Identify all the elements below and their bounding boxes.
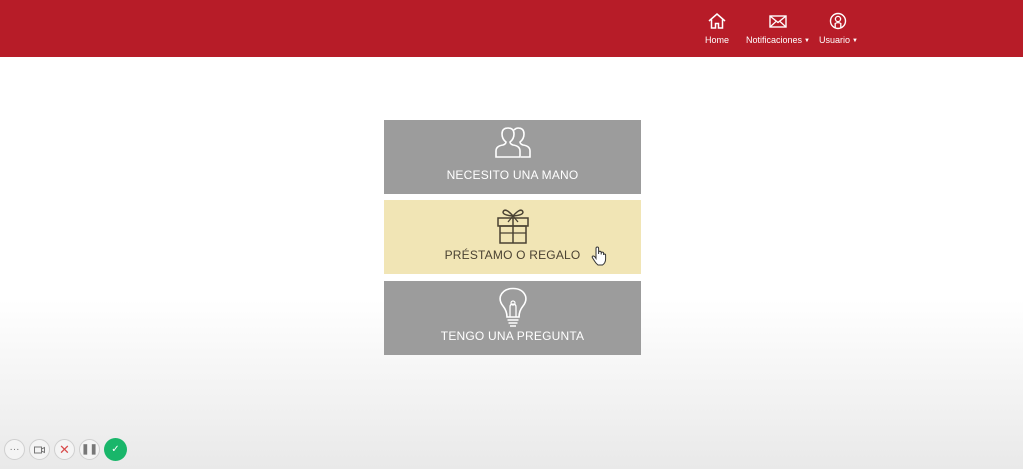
- card-question[interactable]: TENGO UNA PREGUNTA: [384, 281, 641, 355]
- home-icon: [708, 13, 726, 29]
- nav-notifications-label: Notificaciones: [746, 35, 803, 45]
- recorder-toolbar: ··· ✕ ❚❚ ✓: [4, 438, 127, 461]
- nav-home[interactable]: Home: [705, 12, 729, 54]
- gift-icon: [496, 209, 529, 244]
- check-icon[interactable]: ✓: [104, 438, 127, 461]
- nav-notifications[interactable]: Notificaciones ▼: [746, 12, 810, 54]
- chevron-down-icon: ▼: [852, 38, 858, 44]
- card-title: PRÉSTAMO O REGALO: [444, 248, 581, 262]
- pause-icon[interactable]: ❚❚: [79, 439, 100, 460]
- nav-user[interactable]: Usuario ▼: [819, 12, 858, 54]
- envelope-icon: [769, 15, 787, 28]
- card-need-help[interactable]: NECESITO UNA MANO: [384, 120, 641, 194]
- lightbulb-icon: [498, 287, 527, 327]
- nav-home-label: Home: [705, 35, 730, 45]
- people-icon: [494, 127, 531, 158]
- card-title: TENGO UNA PREGUNTA: [440, 329, 585, 343]
- user-circle-icon: [830, 12, 847, 30]
- chevron-down-icon: ▼: [804, 38, 810, 44]
- card-title: NECESITO UNA MANO: [446, 168, 579, 182]
- camera-icon[interactable]: [29, 439, 50, 460]
- hand-pointer-icon: [591, 246, 607, 266]
- close-icon[interactable]: ✕: [54, 439, 75, 460]
- nav-user-label: Usuario: [819, 35, 851, 45]
- top-navbar: Home Notificaciones ▼ Usuario ▼: [0, 0, 1023, 57]
- more-icon[interactable]: ···: [4, 439, 25, 460]
